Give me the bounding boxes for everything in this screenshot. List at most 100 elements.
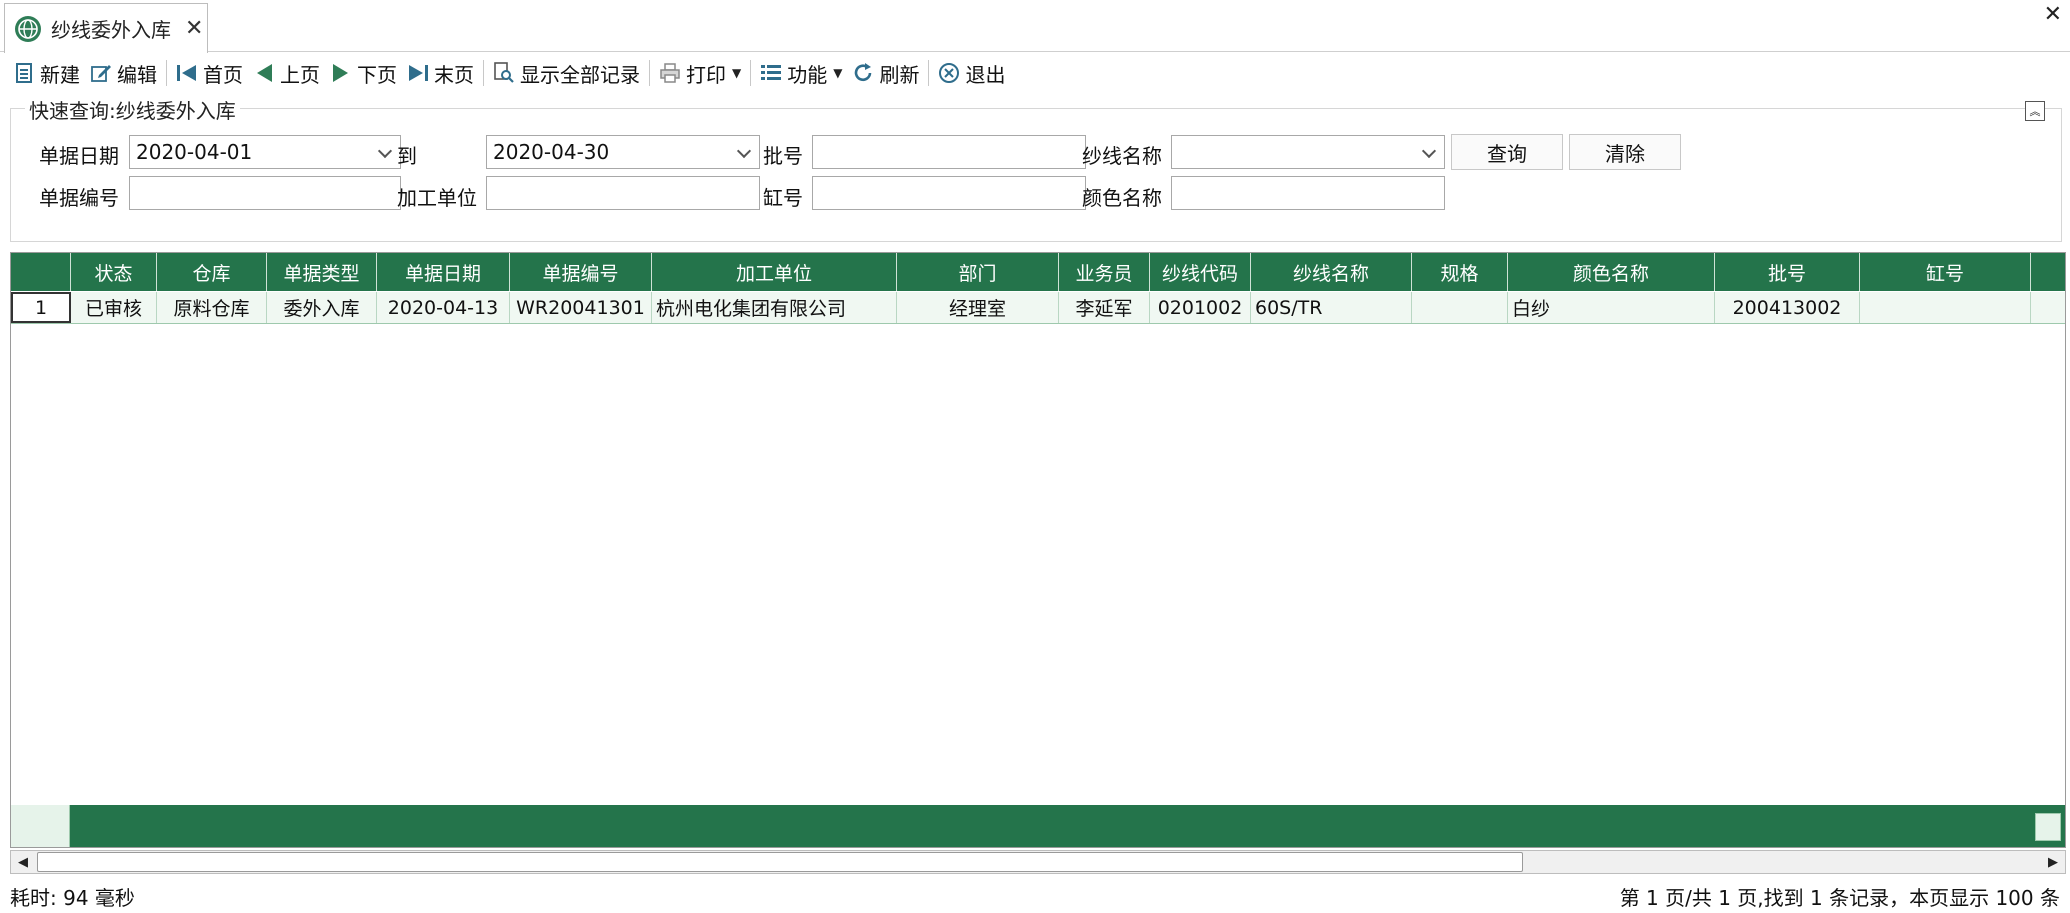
search-button[interactable]: 查询 (1451, 134, 1563, 170)
color-name-input[interactable] (1171, 176, 1445, 210)
column-header-processor[interactable]: 加工单位 (652, 253, 897, 291)
tab-title: 纱线委外入库 (51, 18, 171, 42)
yarn-name-cell[interactable]: 60S/TR (1251, 292, 1412, 323)
globe-icon (15, 15, 41, 42)
edit-label: 编辑 (117, 62, 157, 87)
refresh-button[interactable]: 刷新 (847, 57, 924, 89)
batch-label: 批号 (763, 144, 803, 168)
column-header-spec[interactable]: 规格 (1412, 253, 1508, 291)
doc-no-cell[interactable]: WR20041301 (510, 292, 652, 323)
column-header-yarn-name[interactable]: 纱线名称 (1251, 253, 1412, 291)
date-to-combo[interactable]: 2020-04-30 (486, 135, 760, 169)
column-header-doc-no[interactable]: 单据编号 (510, 253, 652, 291)
processor-label: 加工单位 (397, 186, 477, 210)
show-all-records-button[interactable]: 显示全部记录 (488, 57, 645, 89)
column-header-warehouse[interactable]: 仓库 (157, 253, 267, 291)
tab-yarn-outsourced-inbound[interactable]: 纱线委外入库 ✕ (4, 3, 208, 53)
previous-page-label: 上页 (280, 62, 320, 87)
window-close-icon[interactable]: ✕ (2044, 2, 2062, 27)
exit-icon (938, 62, 960, 84)
last-page-button[interactable]: 末页 (402, 57, 479, 89)
next-icon (330, 62, 352, 84)
function-menu-button[interactable]: 功能 ▼ (755, 57, 847, 89)
processor-cell[interactable]: 杭州电化集团有限公司 (652, 292, 897, 323)
print-button[interactable]: 打印 ▼ (654, 57, 746, 89)
vat-label: 缸号 (763, 186, 803, 210)
status-cell[interactable]: 已审核 (71, 292, 157, 323)
batch-cell[interactable]: 200413002 (1715, 292, 1860, 323)
next-page-button[interactable]: 下页 (325, 57, 402, 89)
paging-info: 第 1 页/共 1 页,找到 1 条记录，本页显示 100 条 (1619, 886, 2060, 910)
edit-button[interactable]: 编辑 (85, 57, 162, 89)
function-label: 功能 (787, 62, 828, 87)
dropdown-caret-icon: ▼ (732, 66, 742, 80)
app-window: 纱线委外入库 ✕ ✕ 新建 编辑 首页 上页 下页 末页 显示全部记录 打印 ▼… (0, 0, 2070, 913)
previous-page-button[interactable]: 上页 (248, 57, 325, 89)
yarn-name-label: 纱线名称 (1082, 144, 1162, 168)
column-header-status[interactable]: 状态 (71, 253, 157, 291)
exit-button[interactable]: 退出 (933, 57, 1010, 89)
date-from-combo[interactable]: 2020-04-01 (129, 135, 401, 169)
new-button[interactable]: 新建 (8, 57, 85, 89)
table-row[interactable]: 1 已审核 原料仓库 委外入库 2020-04-13 WR20041301 杭州… (11, 292, 2065, 324)
horizontal-scrollbar[interactable]: ◀ ▶ (10, 850, 2066, 874)
doc-type-cell[interactable]: 委外入库 (267, 292, 377, 323)
clear-button[interactable]: 清除 (1569, 134, 1681, 170)
collapse-panel-icon[interactable]: ︽ (2025, 101, 2045, 121)
footer-indicator-cell (11, 805, 70, 847)
scrollbar-thumb[interactable] (37, 852, 1523, 872)
column-header-yarn-code[interactable]: 纱线代码 (1150, 253, 1251, 291)
column-header-doc-type[interactable]: 单据类型 (267, 253, 377, 291)
print-label: 打印 (686, 62, 726, 87)
refresh-icon (852, 62, 874, 84)
yarn-name-combo[interactable] (1171, 135, 1445, 169)
row-number-cell[interactable]: 1 (11, 292, 71, 323)
scroll-right-icon[interactable]: ▶ (2041, 851, 2065, 873)
column-header-doc-date[interactable]: 单据日期 (377, 253, 510, 291)
processor-input[interactable] (486, 176, 760, 210)
column-header-batch[interactable]: 批号 (1715, 253, 1860, 291)
yarn-code-cell[interactable]: 0201002 (1150, 292, 1251, 323)
column-header-more (2031, 253, 2065, 291)
elapsed-time: 耗时: 94 毫秒 (10, 886, 135, 910)
list-icon (760, 62, 782, 84)
doc-date-cell[interactable]: 2020-04-13 (377, 292, 510, 323)
doc-no-input[interactable] (129, 176, 401, 210)
toolbar-separator (649, 60, 650, 86)
column-header-vat[interactable]: 缸号 (1860, 253, 2031, 291)
new-document-icon (13, 62, 35, 84)
color-name-label: 颜色名称 (1082, 186, 1162, 210)
quick-search-title: 快速查询:纱线委外入库 (25, 95, 240, 124)
column-header-color-name[interactable]: 颜色名称 (1508, 253, 1715, 291)
column-header-department[interactable]: 部门 (897, 253, 1059, 291)
last-page-label: 末页 (434, 62, 474, 87)
records-grid: 状态 仓库 单据类型 单据日期 单据编号 加工单位 部门 业务员 纱线代码 纱线… (10, 252, 2066, 848)
next-page-label: 下页 (357, 62, 397, 87)
warehouse-cell[interactable]: 原料仓库 (157, 292, 267, 323)
edit-icon (90, 62, 112, 84)
department-cell[interactable]: 经理室 (897, 292, 1059, 323)
salesperson-cell[interactable]: 李延军 (1059, 292, 1150, 323)
more-cell (2031, 292, 2065, 323)
spec-cell[interactable] (1412, 292, 1508, 323)
refresh-label: 刷新 (879, 62, 920, 87)
scroll-left-icon[interactable]: ◀ (11, 851, 35, 873)
column-header-salesperson[interactable]: 业务员 (1059, 253, 1150, 291)
toolbar: 新建 编辑 首页 上页 下页 末页 显示全部记录 打印 ▼ 功能 ▼ 刷新 退出 (0, 55, 2070, 91)
first-page-label: 首页 (203, 62, 243, 87)
color-name-cell[interactable]: 白纱 (1508, 292, 1715, 323)
new-label: 新建 (40, 62, 80, 87)
first-page-button[interactable]: 首页 (171, 57, 248, 89)
last-page-icon (407, 62, 429, 84)
date-label: 单据日期 (39, 144, 119, 168)
exit-label: 退出 (965, 62, 1006, 87)
status-bar: 耗时: 94 毫秒 第 1 页/共 1 页,找到 1 条记录，本页显示 100 … (0, 880, 2070, 913)
tab-close-icon[interactable]: ✕ (185, 16, 203, 41)
vat-input[interactable] (812, 176, 1086, 210)
vat-cell[interactable] (1860, 292, 2031, 323)
batch-input[interactable] (812, 135, 1086, 169)
to-label: 到 (397, 144, 417, 168)
toolbar-separator (928, 60, 930, 86)
magnifier-document-icon (493, 62, 515, 84)
show-all-records-label: 显示全部记录 (520, 62, 640, 87)
